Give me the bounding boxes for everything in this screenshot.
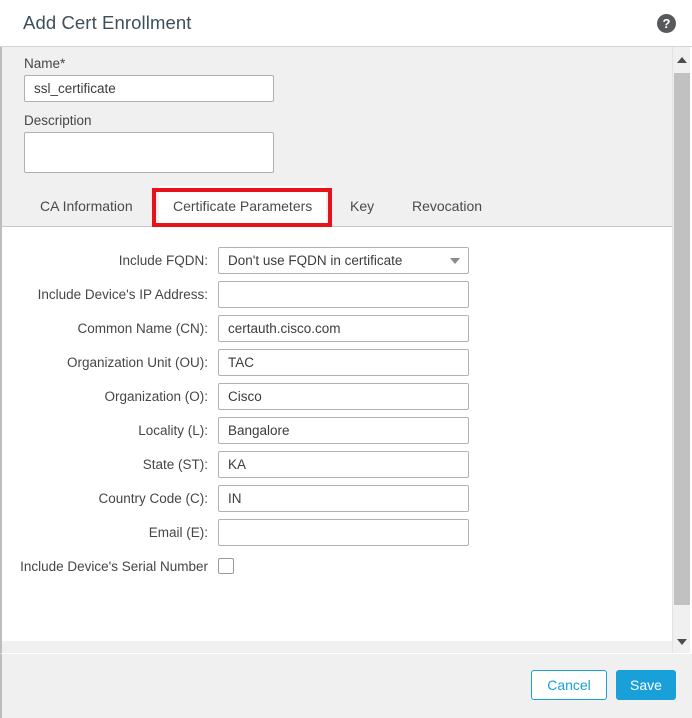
dialog-header: Add Cert Enrollment ?: [0, 0, 692, 47]
field-row: Locality (L):: [2, 413, 672, 447]
field-row: Include Device's IP Address:: [2, 277, 672, 311]
state-control: [218, 450, 469, 478]
page-title: Add Cert Enrollment: [23, 12, 192, 33]
field-row: Organization Unit (OU):: [2, 345, 672, 379]
tab-bar: CA Information Certificate Parameters Ke…: [2, 186, 672, 227]
country-code-input[interactable]: [218, 484, 469, 512]
organization-unit-label: Organization Unit (OU):: [66, 354, 208, 370]
field-row: Organization (O):: [2, 379, 672, 413]
state-label: State (ST):: [142, 456, 208, 472]
tab-revocation[interactable]: Revocation: [398, 186, 496, 227]
certificate-parameters-panel: Include FQDN: Don't use FQDN in certific…: [2, 227, 672, 641]
common-name-input[interactable]: [218, 314, 469, 342]
tab-ca-information[interactable]: CA Information: [26, 186, 147, 227]
field-row: Country Code (C):: [2, 481, 672, 515]
state-input[interactable]: [218, 450, 469, 478]
organization-input[interactable]: [218, 382, 469, 410]
include-device-ip-address-label: Include Device's IP Address:: [37, 286, 208, 302]
help-circle-icon[interactable]: ?: [657, 14, 676, 33]
serial-number-row: Include Device's Serial Number: [2, 549, 672, 583]
email-label: Email (E):: [148, 524, 208, 540]
country-code-label: Country Code (C):: [98, 490, 208, 506]
locality-input[interactable]: [218, 416, 469, 444]
include-device-ip-address-input[interactable]: [218, 280, 469, 308]
email-input[interactable]: [218, 518, 469, 546]
include-device-serial-number-checkbox[interactable]: [218, 558, 234, 574]
description-label: Description: [24, 113, 92, 128]
dialog-footer: Cancel Save: [0, 653, 692, 718]
field-row: Email (E):: [2, 515, 672, 549]
email-control: [218, 518, 469, 546]
scroll-down-arrow-icon[interactable]: [677, 639, 687, 645]
top-form-section: Name* Description: [2, 47, 672, 186]
common-name-control: [218, 314, 469, 342]
field-row: State (ST):: [2, 447, 672, 481]
dialog-body: Name* Description CA Information Certifi…: [0, 47, 672, 653]
organization-unit-input[interactable]: [218, 348, 469, 376]
field-row: Include FQDN: Don't use FQDN in certific…: [2, 243, 672, 277]
include-fqdn-label: Include FQDN:: [118, 252, 208, 268]
locality-label: Locality (L):: [138, 422, 208, 438]
include-fqdn-control: Don't use FQDN in certificate: [218, 246, 469, 274]
name-label: Name*: [24, 56, 66, 71]
organization-control: [218, 382, 469, 410]
organization-label: Organization (O):: [104, 388, 208, 404]
include-fqdn-select[interactable]: Don't use FQDN in certificate: [218, 246, 469, 274]
scrollbar-thumb[interactable]: [674, 73, 690, 605]
save-button[interactable]: Save: [616, 670, 676, 700]
add-cert-enrollment-dialog: Add Cert Enrollment ? Name* Description …: [0, 0, 692, 718]
organization-unit-control: [218, 348, 469, 376]
tab-key[interactable]: Key: [336, 186, 388, 227]
cancel-button[interactable]: Cancel: [531, 670, 607, 700]
tab-certificate-parameters[interactable]: Certificate Parameters: [159, 186, 327, 227]
include-device-serial-number-label: Include Device's Serial Number: [20, 558, 208, 574]
name-input[interactable]: [24, 75, 274, 102]
vertical-scrollbar[interactable]: [672, 47, 690, 653]
description-input[interactable]: [24, 132, 274, 173]
include-device-ip-address-control: [218, 280, 469, 308]
locality-control: [218, 416, 469, 444]
dialog-body-wrapper: Name* Description CA Information Certifi…: [0, 47, 692, 653]
scroll-up-arrow-icon[interactable]: [677, 57, 687, 63]
common-name-label: Common Name (CN):: [77, 320, 208, 336]
country-code-control: [218, 484, 469, 512]
field-row: Common Name (CN):: [2, 311, 672, 345]
include-fqdn-select-wrap: Don't use FQDN in certificate: [218, 246, 469, 274]
